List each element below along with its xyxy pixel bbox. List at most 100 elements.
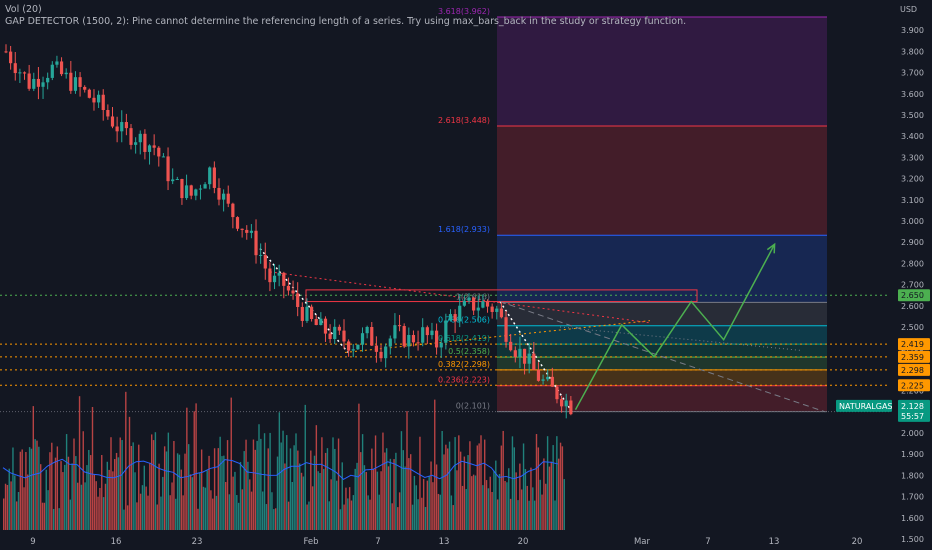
- candle-body: [319, 318, 323, 325]
- candle-body: [296, 293, 300, 307]
- volume-bar: [478, 443, 480, 530]
- volume-bar: [458, 435, 460, 530]
- candle-body: [46, 77, 50, 83]
- volume-bars: [2, 391, 565, 530]
- volume-bar: [180, 469, 182, 530]
- volume-bar: [147, 495, 149, 530]
- volume-bar: [558, 458, 560, 530]
- candle-body: [9, 51, 13, 64]
- volume-bar: [376, 471, 379, 530]
- volume-bar: [535, 434, 538, 530]
- volume-bar: [310, 450, 312, 530]
- candle-body: [407, 334, 411, 347]
- candle-body: [50, 64, 54, 78]
- volume-bar: [469, 441, 471, 530]
- time-tick-label: 9: [30, 537, 35, 547]
- volume-bar: [387, 466, 390, 530]
- volume-bar: [361, 434, 364, 530]
- candle-body: [120, 122, 124, 132]
- volume-bar: [202, 486, 205, 530]
- price-tick-label: 2.700: [901, 281, 924, 290]
- candle-body: [342, 330, 346, 342]
- volume-bar: [363, 465, 366, 530]
- candle-body: [64, 72, 68, 75]
- volume-bar: [269, 432, 271, 530]
- candle-body: [226, 193, 230, 204]
- volume-bar: [491, 491, 493, 530]
- price-tick-label: 1.700: [901, 493, 924, 502]
- volume-bar: [371, 448, 373, 530]
- candle-body: [476, 307, 480, 311]
- volume-bar: [474, 475, 477, 530]
- price-tick-label: 3.800: [901, 47, 924, 56]
- candle-body: [300, 306, 304, 321]
- volume-bar: [354, 468, 356, 530]
- candle-body: [263, 254, 267, 269]
- time-tick-label: 20: [852, 537, 863, 547]
- candle-body: [472, 297, 476, 311]
- volume-bar: [58, 508, 60, 530]
- volume-bar: [321, 437, 323, 530]
- candle-body: [115, 126, 119, 132]
- volume-bar: [128, 416, 131, 530]
- volume-bar: [236, 495, 238, 530]
- volume-bar: [10, 481, 12, 530]
- volume-bar: [234, 471, 236, 530]
- candle-body: [203, 184, 207, 189]
- volume-bar: [136, 502, 138, 530]
- volume-bar: [230, 397, 232, 530]
- candle-body: [448, 314, 453, 321]
- volume-bar: [398, 492, 401, 530]
- price-tick-label: 2.800: [901, 259, 924, 268]
- candle-body: [282, 272, 286, 286]
- volume-bar: [82, 431, 84, 530]
- volume-bar: [313, 455, 316, 530]
- volume-bar: [424, 506, 427, 530]
- candle-body: [425, 327, 429, 336]
- volume-bar: [563, 479, 565, 530]
- volume-bar: [367, 495, 369, 530]
- fib-zone: [497, 17, 827, 127]
- volume-bar: [175, 498, 177, 530]
- volume-bar: [447, 448, 449, 530]
- candle-body: [351, 349, 355, 351]
- volume-bar: [249, 479, 251, 530]
- volume-bar: [223, 455, 225, 530]
- volume-bar: [530, 467, 532, 530]
- volume-bar: [138, 444, 140, 530]
- candle-body: [18, 72, 22, 74]
- volume-bar: [378, 494, 380, 530]
- volume-bar: [130, 446, 133, 530]
- volume-bar: [193, 411, 195, 530]
- volume-bar: [504, 480, 506, 530]
- volume-bar: [328, 501, 330, 530]
- volume-bar: [152, 440, 155, 530]
- volume-bar: [250, 491, 253, 530]
- volume-bar: [78, 396, 81, 530]
- candle-body: [439, 342, 443, 348]
- fib-level-label: 0(2.101): [456, 402, 490, 411]
- volume-bar: [197, 508, 199, 530]
- volume-bar: [548, 466, 551, 530]
- fib-zone: [497, 235, 827, 303]
- volume-bar: [430, 461, 432, 530]
- time-tick-label: 7: [705, 537, 710, 547]
- volume-bar: [452, 505, 454, 530]
- volume-bar: [121, 440, 123, 530]
- volume-bar: [41, 502, 44, 530]
- volume-bar: [450, 495, 453, 530]
- volume-bar: [400, 431, 403, 530]
- volume-indicator-label[interactable]: Vol (20): [5, 4, 686, 16]
- volume-bar: [345, 487, 347, 530]
- volume-bar: [295, 433, 297, 530]
- candle-body: [314, 319, 318, 325]
- volume-bar: [472, 474, 475, 530]
- candle-body: [110, 116, 115, 127]
- volume-bar: [537, 447, 540, 530]
- volume-bar: [67, 456, 70, 530]
- volume-bar: [467, 455, 469, 530]
- volume-bar: [12, 447, 14, 530]
- volume-bar: [276, 456, 279, 530]
- volume-bar: [556, 436, 558, 530]
- price-chart[interactable]: 0(2.101) 0.236(2.223) 0.382(2.298) 0.5(2.35…: [0, 0, 932, 550]
